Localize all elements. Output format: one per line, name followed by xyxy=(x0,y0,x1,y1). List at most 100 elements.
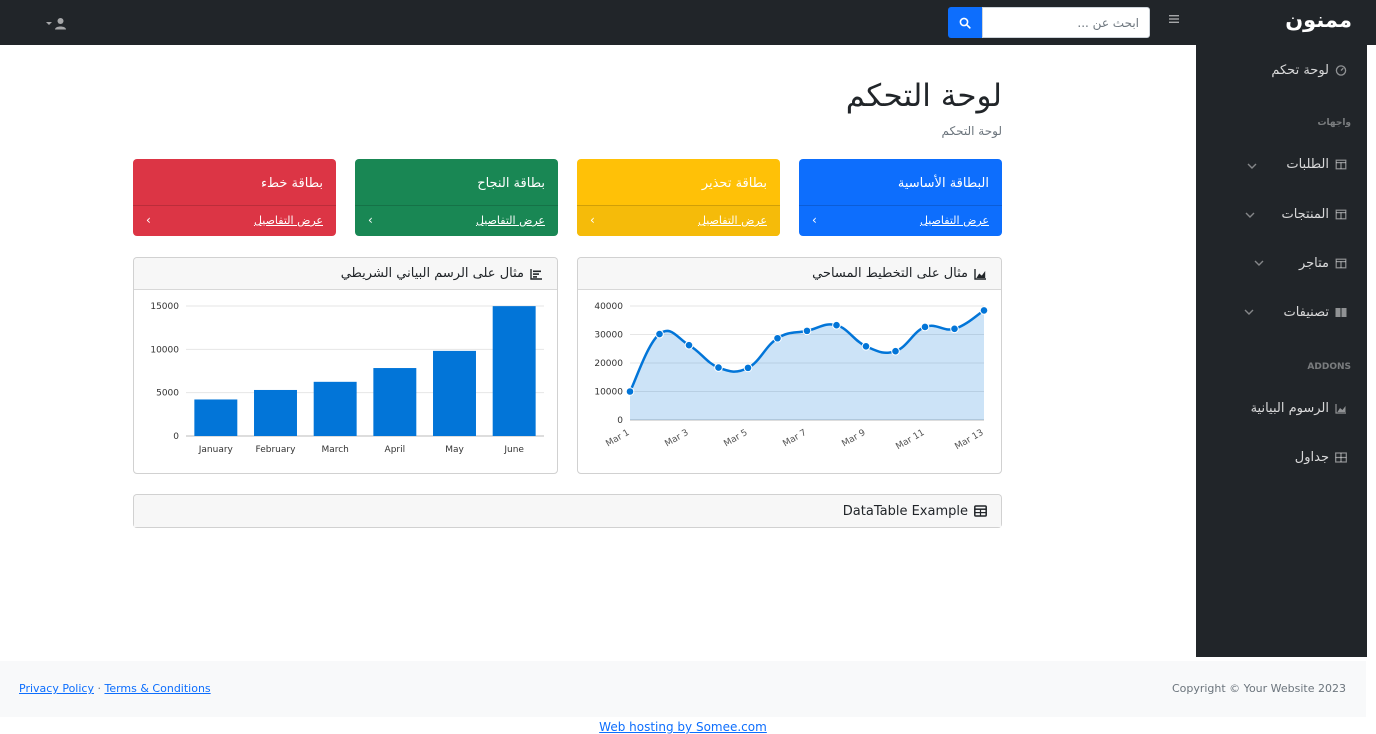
chevron-down-icon[interactable] xyxy=(1244,209,1256,221)
sidebar-item-dashboard[interactable]: لوحة تحكم xyxy=(1271,63,1347,78)
panel-title: DataTable Example xyxy=(842,503,968,519)
sidebar-item-stores[interactable]: متاجر xyxy=(1299,256,1347,271)
hosting-banner: Web hosting by Somee.com xyxy=(0,720,1366,734)
card-footer: عرض التفاصيل ‹ xyxy=(577,205,780,236)
view-details-link[interactable]: عرض التفاصيل xyxy=(476,214,545,227)
sidebar-toggle-button[interactable] xyxy=(1166,13,1182,29)
columns-icon xyxy=(1335,159,1347,170)
page-title: لوحة التحكم xyxy=(845,78,1002,114)
chevron-down-icon[interactable] xyxy=(1243,306,1255,318)
user-dropdown-button[interactable] xyxy=(46,13,76,33)
view-details-link[interactable]: عرض التفاصيل xyxy=(920,214,989,227)
terms-link[interactable]: Terms & Conditions xyxy=(104,682,210,695)
sidebar-item-orders[interactable]: الطلبات xyxy=(1286,157,1347,172)
bar-chart: 0 5000 10000 15000 January February March April… xyxy=(150,302,544,455)
data-point xyxy=(920,322,930,332)
area-chart: 0 10000 20000 30000 40000 Mar 1 Mar 3 Mar 5 Mar … xyxy=(594,302,989,452)
datatable-panel: DataTable Example xyxy=(133,494,1002,528)
card-footer: عرض التفاصيل ‹ xyxy=(133,205,336,236)
y-tick-label: 40000 xyxy=(594,302,623,312)
card-warning: بطاقة تحذير عرض التفاصيل ‹ xyxy=(577,159,780,236)
sidebar-item-label: المنتجات xyxy=(1281,207,1329,222)
chevron-left-icon[interactable]: ‹ xyxy=(146,213,151,227)
table-icon xyxy=(1335,452,1347,463)
search-button[interactable] xyxy=(948,7,982,38)
panel-title: مثال على التخطيط المساحي xyxy=(812,266,968,281)
data-point xyxy=(684,340,694,350)
data-point xyxy=(832,320,841,330)
sidebar-heading-interfaces: واجهات xyxy=(1317,118,1351,128)
card-title: البطاقة الأساسية xyxy=(897,176,989,191)
x-tick-label: Mar 1 xyxy=(604,428,631,449)
bar xyxy=(433,350,476,436)
chevron-left-icon[interactable]: ‹ xyxy=(590,213,595,227)
caret-down-icon xyxy=(46,21,52,25)
footer: Privacy Policy · Terms & Conditions Copy… xyxy=(0,661,1366,717)
x-tick-label: Mar 13 xyxy=(953,428,985,452)
breadcrumb: لوحة التحكم xyxy=(941,124,1003,138)
card-title: بطاقة تحذير xyxy=(701,176,767,191)
sidebar-item-label: الطلبات xyxy=(1286,157,1329,172)
card-primary: البطاقة الأساسية عرض التفاصيل ‹ xyxy=(799,159,1002,236)
sidebar-item-charts[interactable]: الرسوم البيانية xyxy=(1251,401,1347,416)
sidebar-item-label: متاجر xyxy=(1298,256,1329,271)
y-tick-label: 5000 xyxy=(156,389,179,399)
bar xyxy=(492,306,536,436)
panel-title: مثال على الرسم البياني الشريطي xyxy=(340,266,524,281)
chevron-left-icon[interactable]: ‹ xyxy=(812,213,817,227)
area-chart-panel: مثال على التخطيط المساحي 0 10000 20000 3000… xyxy=(577,257,1002,474)
privacy-policy-link[interactable]: Privacy Policy xyxy=(19,682,94,695)
sidebar-item-tables[interactable]: جداول xyxy=(1295,450,1347,465)
chart-area-icon xyxy=(1335,404,1346,414)
sidebar: لوحة تحكم واجهات الطلبات المنتجات متاجر … xyxy=(1196,45,1367,657)
y-tick-label: 20000 xyxy=(594,359,623,369)
sidebar-item-categories[interactable]: تصنيفات xyxy=(1283,305,1347,320)
chevron-left-icon[interactable]: ‹ xyxy=(368,213,373,227)
bar-chart-panel: مثال على الرسم البياني الشريطي 0 5000 1000… xyxy=(133,257,558,474)
bar xyxy=(313,381,357,436)
view-details-link[interactable]: عرض التفاصيل xyxy=(254,214,323,227)
y-tick-label: 0 xyxy=(173,432,179,442)
data-point xyxy=(625,387,635,396)
x-tick-label: Mar 3 xyxy=(663,428,690,449)
x-tick-label: February xyxy=(256,445,297,455)
chevron-down-icon[interactable] xyxy=(1253,257,1265,269)
panel-header: مثال على التخطيط المساحي xyxy=(578,258,1001,290)
brand-logo[interactable]: ممنون xyxy=(1285,8,1352,32)
view-details-link[interactable]: عرض التفاصيل xyxy=(698,214,767,227)
bar xyxy=(373,368,417,436)
data-point xyxy=(655,329,664,339)
footer-links: Privacy Policy · Terms & Conditions xyxy=(19,682,211,695)
search-input[interactable] xyxy=(982,7,1150,38)
data-point xyxy=(891,346,900,356)
user-icon xyxy=(55,17,66,29)
y-tick-label: 0 xyxy=(617,416,623,426)
data-point xyxy=(950,324,959,334)
panel-header: DataTable Example xyxy=(134,495,1001,527)
bar xyxy=(254,389,297,436)
x-tick-label: Mar 7 xyxy=(781,428,808,449)
hosting-link[interactable]: Web hosting by Somee.com xyxy=(599,720,767,734)
x-tick-label: May xyxy=(445,445,464,455)
chart-bar-icon xyxy=(530,268,542,280)
card-title: بطاقة النجاح xyxy=(477,176,545,191)
sidebar-item-products[interactable]: المنتجات xyxy=(1281,207,1347,222)
tachometer-icon xyxy=(1335,65,1347,76)
chevron-down-icon[interactable] xyxy=(1246,160,1258,172)
panel-header: مثال على الرسم البياني الشريطي xyxy=(134,258,557,290)
y-tick-label: 10000 xyxy=(150,345,179,355)
top-navbar: ممنون xyxy=(0,0,1376,45)
x-tick-label: January xyxy=(198,445,234,455)
data-point xyxy=(802,326,812,336)
columns-icon xyxy=(1335,258,1347,269)
sidebar-item-label: الرسوم البيانية xyxy=(1250,401,1329,416)
x-tick-label: March xyxy=(321,445,348,455)
search-icon xyxy=(959,17,971,29)
card-footer: عرض التفاصيل ‹ xyxy=(355,205,558,236)
x-tick-label: Mar 9 xyxy=(840,428,867,450)
chart-area-icon xyxy=(974,268,986,280)
x-tick-label: Mar 5 xyxy=(722,428,749,449)
book-icon xyxy=(1335,308,1347,317)
copyright-text: Copyright © Your Website 2023 xyxy=(1171,682,1346,695)
data-point xyxy=(714,363,723,372)
